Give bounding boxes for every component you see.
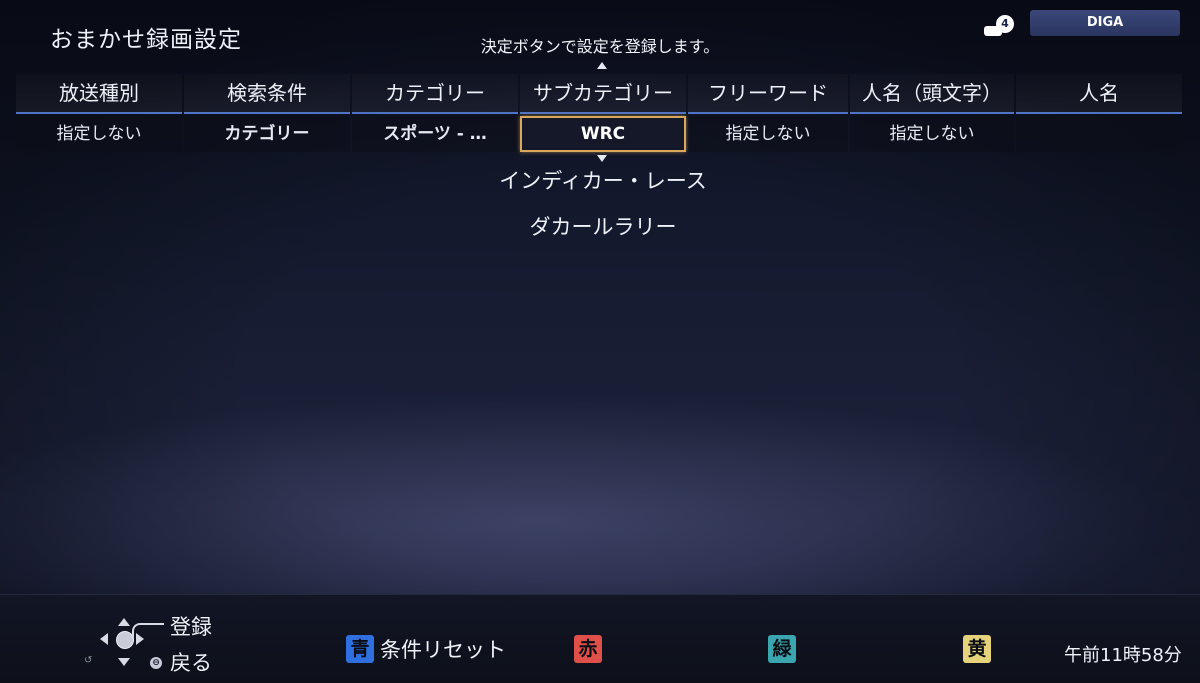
dpad-left-arrow-icon bbox=[100, 633, 108, 645]
back-button-icon: ⊖ bbox=[150, 657, 162, 669]
scroll-down-arrow-icon[interactable] bbox=[597, 155, 607, 162]
value-search-condition[interactable]: カテゴリー bbox=[184, 116, 350, 152]
dpad-connector-line bbox=[132, 623, 164, 639]
value-subcategory-selected[interactable]: WRC bbox=[520, 116, 686, 152]
red-button[interactable]: 赤 bbox=[574, 635, 602, 663]
dpad-down-arrow-icon bbox=[118, 658, 130, 666]
value-free-word[interactable]: 指定しない bbox=[688, 116, 848, 152]
option-item[interactable]: ダカールラリー bbox=[400, 208, 806, 254]
register-label: 登録 bbox=[170, 615, 212, 639]
dpad-icon bbox=[96, 613, 164, 669]
value-broadcast-type[interactable]: 指定しない bbox=[16, 116, 182, 152]
green-button[interactable]: 緑 bbox=[768, 635, 796, 663]
clock-display: 午前11時58分 bbox=[1064, 645, 1182, 666]
red-key-chip: 赤 bbox=[574, 635, 602, 663]
header-person-initial[interactable]: 人名（頭文字） bbox=[850, 74, 1014, 114]
scroll-up-arrow-icon[interactable] bbox=[597, 62, 607, 69]
dpad-up-arrow-icon bbox=[118, 618, 130, 626]
device-status: 4 DIGA bbox=[980, 8, 1190, 60]
yellow-key-chip: 黄 bbox=[963, 635, 991, 663]
blue-button[interactable]: 青 条件リセット bbox=[346, 635, 506, 663]
option-item[interactable]: インディカー・レース bbox=[400, 162, 806, 208]
subcategory-option-list: インディカー・レース ダカールラリー bbox=[400, 162, 806, 254]
footer-bar: ↺ ⊖ 登録 戻る 青 条件リセット 赤 緑 黄 午前11時58分 bbox=[0, 594, 1200, 683]
recorder-icon: 4 bbox=[984, 12, 1018, 40]
header-subcategory[interactable]: サブカテゴリー bbox=[520, 74, 686, 114]
yellow-button[interactable]: 黄 bbox=[963, 635, 991, 663]
header-free-word[interactable]: フリーワード bbox=[688, 74, 848, 114]
header-broadcast-type[interactable]: 放送種別 bbox=[16, 74, 182, 114]
header-category[interactable]: カテゴリー bbox=[352, 74, 518, 114]
value-person-initial[interactable]: 指定しない bbox=[850, 116, 1014, 152]
table-header-row: 放送種別 検索条件 カテゴリー サブカテゴリー フリーワード 人名（頭文字） 人… bbox=[16, 74, 1186, 114]
recorder-count-badge: 4 bbox=[996, 15, 1014, 33]
blue-button-label: 条件リセット bbox=[380, 638, 506, 662]
blue-key-chip: 青 bbox=[346, 635, 374, 663]
device-name-badge: DIGA bbox=[1030, 10, 1180, 36]
back-label: 戻る bbox=[170, 651, 212, 675]
instruction-text: 決定ボタンで設定を登録します。 bbox=[480, 37, 720, 56]
header-search-condition[interactable]: 検索条件 bbox=[184, 74, 350, 114]
header-person-name[interactable]: 人名 bbox=[1016, 74, 1182, 114]
value-person-name[interactable] bbox=[1016, 116, 1182, 152]
page-title: おまかせ録画設定 bbox=[50, 27, 242, 53]
green-key-chip: 緑 bbox=[768, 635, 796, 663]
return-arrow-icon: ↺ bbox=[84, 655, 93, 666]
table-value-row: 指定しない カテゴリー スポーツ - … WRC 指定しない 指定しない bbox=[16, 116, 1186, 152]
value-category[interactable]: スポーツ - … bbox=[352, 116, 518, 152]
